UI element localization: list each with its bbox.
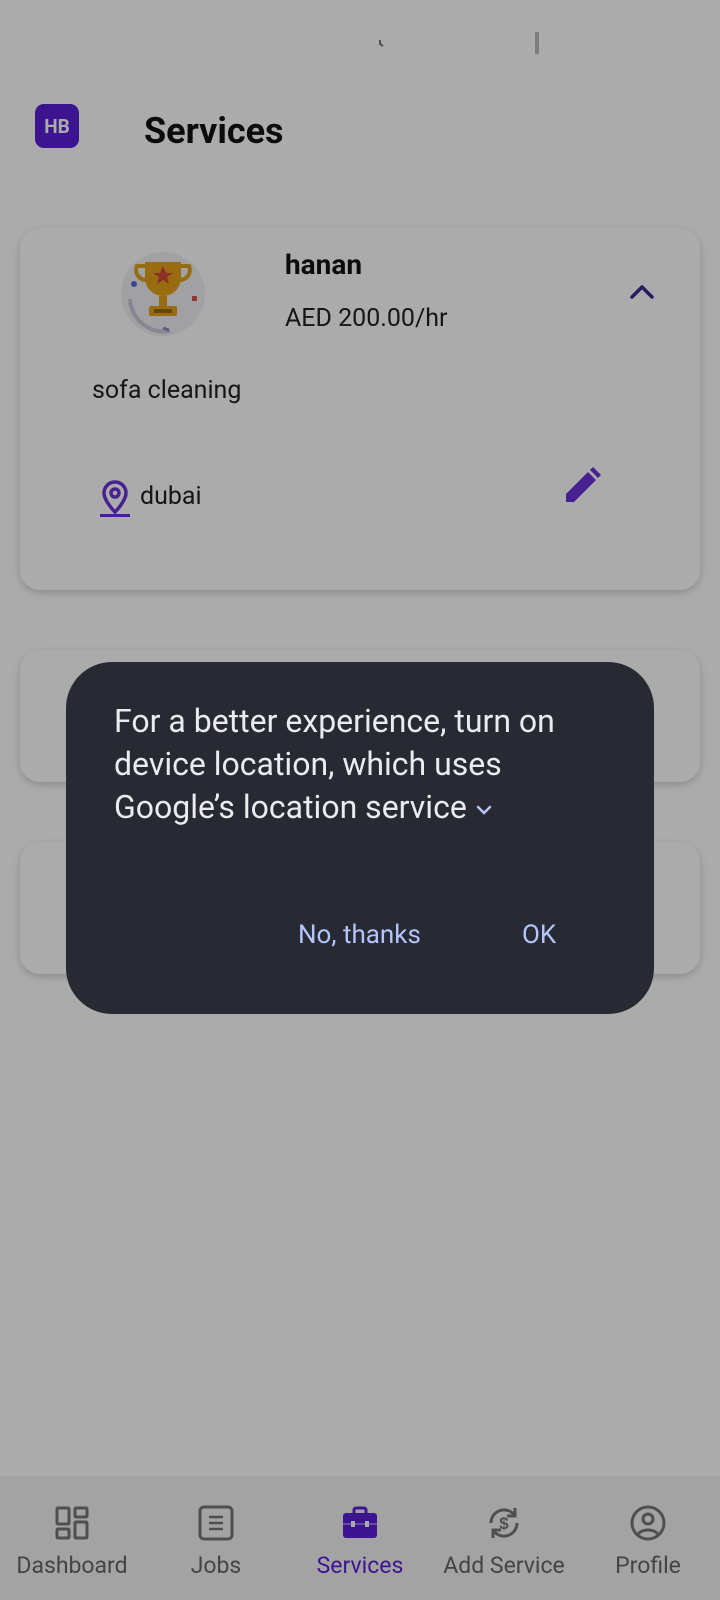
ok-button[interactable]: OK	[522, 920, 556, 950]
chevron-down-icon[interactable]	[473, 799, 495, 821]
no-thanks-button[interactable]: No, thanks	[298, 920, 421, 950]
dialog-message-wrapper: For a better experience, turn on device …	[114, 700, 624, 829]
location-permission-dialog: For a better experience, turn on device …	[66, 662, 654, 1014]
